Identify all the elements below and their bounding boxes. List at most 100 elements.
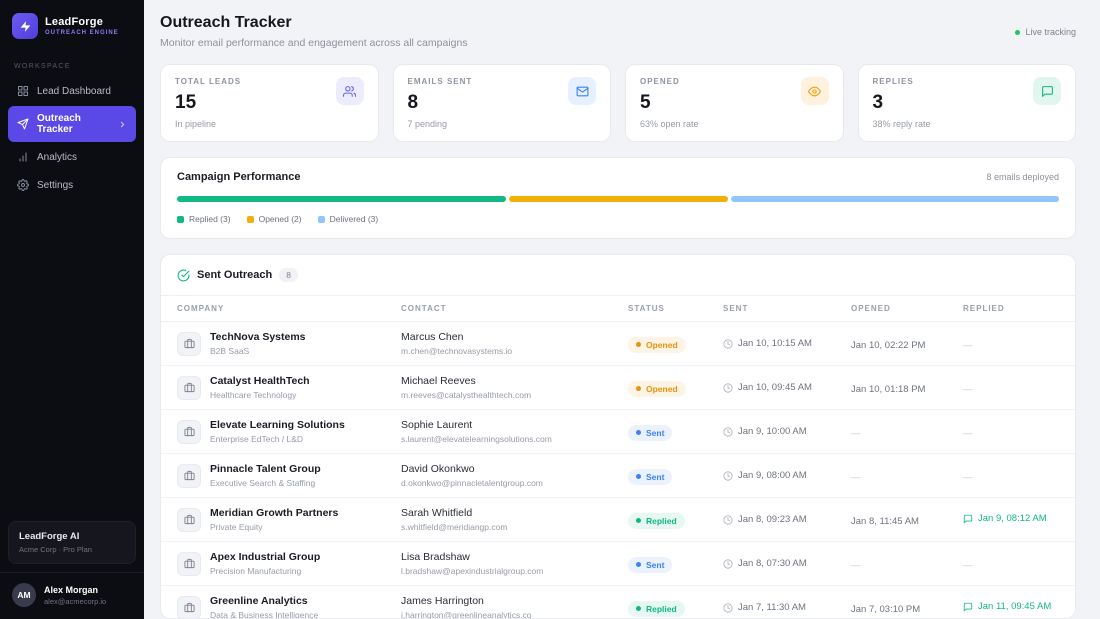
column-header-replied[interactable]: REPLIED bbox=[963, 304, 1059, 313]
stat-sub: In pipeline bbox=[175, 119, 217, 129]
grid-icon bbox=[17, 85, 29, 97]
sent-date: Jan 10, 09:45 AM bbox=[738, 382, 812, 393]
opened-empty: — bbox=[851, 427, 861, 439]
company-name: Pinnacle Talent Group bbox=[210, 463, 321, 475]
company-industry: Precision Manufacturing bbox=[210, 566, 302, 576]
legend-swatch-icon bbox=[177, 215, 184, 223]
legend-item: Opened (2) bbox=[246, 214, 302, 224]
company-industry: Private Equity bbox=[210, 522, 263, 532]
stat-sub: 7 pending bbox=[407, 119, 448, 129]
user-profile[interactable]: AM Alex Morgan alex@acmecorp.io bbox=[0, 572, 144, 619]
live-tracking-badge: Live tracking bbox=[1015, 27, 1076, 37]
send-icon bbox=[17, 118, 29, 130]
company-name: Elevate Learning Solutions bbox=[210, 419, 345, 431]
stat-value: 15 bbox=[175, 92, 197, 113]
table-row[interactable]: Apex Industrial Group Precision Manufact… bbox=[161, 542, 1075, 586]
stat-value: 8 bbox=[407, 92, 419, 113]
sidebar-item-analytics[interactable]: Analytics bbox=[8, 144, 136, 170]
sent-cell: Jan 10, 10:15 AM bbox=[723, 338, 851, 349]
table-row[interactable]: Greenline Analytics Data & Business Inte… bbox=[161, 586, 1075, 618]
app: LeadForge OUTREACH ENGINE WORKSPACE Lead… bbox=[0, 0, 1100, 619]
lightning-logo-icon bbox=[12, 13, 38, 39]
company-cell: Catalyst HealthTech Healthcare Technolog… bbox=[177, 375, 401, 400]
contact-cell: David Okonkwo d.okonkwo@pinnacletalentgr… bbox=[401, 463, 628, 488]
column-header-contact[interactable]: CONTACT bbox=[401, 304, 628, 313]
column-header-status[interactable]: STATUS bbox=[628, 304, 723, 313]
table-count-badge: 8 bbox=[279, 268, 298, 282]
status-badge: Sent bbox=[628, 556, 673, 573]
page-title: Outreach Tracker bbox=[160, 14, 292, 31]
status-cell: Opened bbox=[628, 378, 723, 397]
contact-name: Sarah Whitfield bbox=[401, 507, 473, 519]
brand-name: LeadForge bbox=[45, 16, 104, 28]
user-email: alex@acmecorp.io bbox=[44, 596, 107, 606]
status-badge: Sent bbox=[628, 424, 673, 441]
live-dot-icon bbox=[1015, 29, 1021, 35]
opened-cell: — bbox=[851, 467, 963, 485]
table-row[interactable]: Meridian Growth Partners Private Equity … bbox=[161, 498, 1075, 542]
mail-icon bbox=[568, 77, 596, 105]
sidebar-item-lead-dashboard[interactable]: Lead Dashboard bbox=[8, 78, 136, 104]
opened-cell: Jan 7, 03:10 PM bbox=[851, 599, 963, 617]
clock-icon bbox=[723, 602, 733, 613]
status-cell: Sent bbox=[628, 422, 723, 441]
opened-date: Jan 7, 03:10 PM bbox=[851, 603, 921, 615]
company-name: TechNova Systems bbox=[210, 331, 306, 343]
table-row[interactable]: Pinnacle Talent Group Executive Search &… bbox=[161, 454, 1075, 498]
building-icon bbox=[177, 595, 201, 618]
company-industry: B2B SaaS bbox=[210, 346, 250, 356]
sent-cell: Jan 9, 10:00 AM bbox=[723, 426, 851, 437]
status-dot-icon bbox=[636, 430, 641, 436]
stat-sub: 38% reply rate bbox=[872, 119, 931, 129]
campaign-legend: Replied (3) Opened (2) Delivered (3) bbox=[177, 214, 1059, 224]
status-badge: Replied bbox=[628, 600, 685, 617]
plan-card[interactable]: LeadForge AI Acme Corp · Pro Plan bbox=[8, 521, 136, 564]
table-row[interactable]: TechNova Systems B2B SaaS Marcus Chen m.… bbox=[161, 322, 1075, 366]
campaign-title: Campaign Performance bbox=[177, 171, 301, 183]
contact-cell: Marcus Chen m.chen@technovasystems.io bbox=[401, 331, 628, 356]
column-header-sent[interactable]: SENT bbox=[723, 304, 851, 313]
replied-date: Jan 11, 09:45 AM bbox=[963, 601, 1051, 612]
opened-cell: Jan 10, 01:18 PM bbox=[851, 379, 963, 397]
avatar: AM bbox=[12, 583, 36, 607]
replied-cell: — bbox=[963, 467, 1059, 485]
clock-icon bbox=[723, 514, 733, 525]
status-dot-icon bbox=[636, 386, 641, 392]
bar-chart-icon bbox=[17, 151, 29, 163]
replied-cell: — bbox=[963, 555, 1059, 573]
sidebar-item-label: Settings bbox=[37, 179, 74, 191]
plan-title: LeadForge AI bbox=[19, 531, 80, 542]
contact-cell: Sarah Whitfield s.whitfield@meridiangp.c… bbox=[401, 507, 628, 532]
legend-label: Delivered (3) bbox=[329, 214, 379, 224]
brand-tagline: OUTREACH ENGINE bbox=[45, 30, 119, 36]
replied-cell: Jan 9, 08:12 AM bbox=[963, 511, 1059, 529]
sidebar-item-outreach-tracker[interactable]: Outreach Tracker bbox=[8, 106, 136, 142]
replied-cell: — bbox=[963, 379, 1059, 397]
status-cell: Replied bbox=[628, 510, 723, 529]
table-header: Sent Outreach 8 bbox=[161, 255, 1075, 295]
brand-text: LeadForge OUTREACH ENGINE bbox=[45, 16, 119, 36]
company-cell: Apex Industrial Group Precision Manufact… bbox=[177, 551, 401, 576]
company-industry: Executive Search & Staffing bbox=[210, 478, 316, 488]
contact-cell: Sophie Laurent s.laurent@elevatelearning… bbox=[401, 419, 628, 444]
opened-cell: — bbox=[851, 423, 963, 441]
replied-empty: — bbox=[963, 383, 973, 395]
company-cell: Elevate Learning Solutions Enterprise Ed… bbox=[177, 419, 401, 444]
page-title-block: Outreach Tracker Monitor email performan… bbox=[160, 14, 468, 49]
contact-name: Marcus Chen bbox=[401, 331, 464, 343]
table-row[interactable]: Elevate Learning Solutions Enterprise Ed… bbox=[161, 410, 1075, 454]
sidebar-item-settings[interactable]: Settings bbox=[8, 172, 136, 198]
table-title: Sent Outreach bbox=[197, 269, 273, 281]
sent-date: Jan 10, 10:15 AM bbox=[738, 338, 812, 349]
column-header-company[interactable]: COMPANY bbox=[177, 304, 401, 313]
table-row[interactable]: Catalyst HealthTech Healthcare Technolog… bbox=[161, 366, 1075, 410]
building-icon bbox=[177, 551, 201, 576]
replied-cell: Jan 11, 09:45 AM bbox=[963, 599, 1059, 617]
status-badge: Opened bbox=[628, 336, 686, 353]
column-header-opened[interactable]: OPENED bbox=[851, 304, 963, 313]
stat-sub: 63% open rate bbox=[640, 119, 699, 129]
contact-name: Michael Reeves bbox=[401, 375, 476, 387]
opened-cell: Jan 8, 11:45 AM bbox=[851, 511, 963, 529]
sidebar: LeadForge OUTREACH ENGINE WORKSPACE Lead… bbox=[0, 0, 144, 619]
